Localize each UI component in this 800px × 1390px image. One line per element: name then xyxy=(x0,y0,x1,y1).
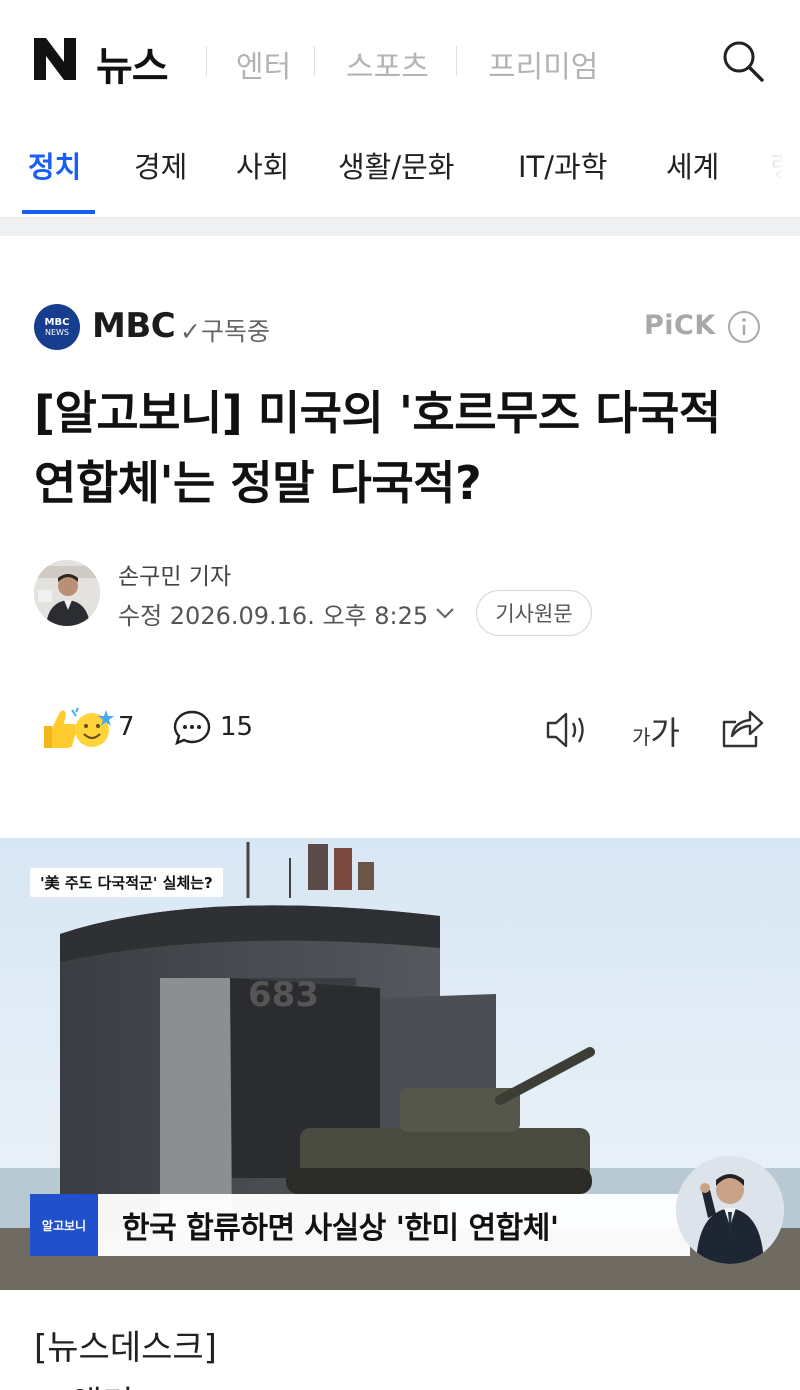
divider xyxy=(456,46,457,76)
share-icon[interactable] xyxy=(718,706,764,752)
press-logo-line2: NEWS xyxy=(44,327,70,337)
category-life-culture[interactable]: 생활/문화 xyxy=(338,144,455,186)
speaker-icon[interactable] xyxy=(544,708,590,752)
reaction-emoji-icon[interactable] xyxy=(38,704,116,752)
article-body-anchor: ◀ 앵커 ▶ xyxy=(34,1376,170,1390)
image-tag: '美 주도 다국적군' 실체는? xyxy=(30,868,223,897)
category-world[interactable]: 세계 xyxy=(666,144,719,186)
divider xyxy=(206,46,207,76)
search-icon[interactable] xyxy=(720,38,766,84)
article-headline: [알고보니] 미국의 '호르무즈 다국적 연합체'는 정말 다국적? xyxy=(34,386,721,510)
press-logo[interactable]: MBC NEWS xyxy=(34,304,80,350)
caption-badge: 알고보니 xyxy=(30,1194,98,1256)
sign-language-interpreter xyxy=(676,1156,784,1264)
active-category-indicator xyxy=(22,210,95,214)
category-it-science[interactable]: IT/과학 xyxy=(518,144,607,186)
article-image[interactable]: 683 '美 주도 다국적군' 실체는? 알고보니 한국 합류하면 사실상 '한… xyxy=(0,838,800,1290)
naver-logo-icon[interactable] xyxy=(32,36,78,82)
font-size-small-label: 가 xyxy=(632,725,651,749)
article-date: 수정 2026.09.16. 오후 8:25 xyxy=(118,602,429,630)
image-caption-bar: 알고보니 한국 합류하면 사실상 '한미 연합체' xyxy=(30,1194,690,1256)
info-icon[interactable] xyxy=(727,310,761,344)
divider xyxy=(314,46,315,76)
category-society[interactable]: 사회 xyxy=(236,144,289,186)
article-body-source: [뉴스데스크] xyxy=(34,1328,217,1368)
font-size-large-label: 가 xyxy=(650,714,680,752)
category-politics[interactable]: 정치 xyxy=(28,144,81,186)
font-size-button[interactable]: 가가 xyxy=(632,708,680,754)
tab-enter[interactable]: 엔터 xyxy=(236,42,291,86)
category-economy[interactable]: 경제 xyxy=(134,144,187,186)
reporter-avatar[interactable] xyxy=(34,560,100,626)
press-name[interactable]: MBC xyxy=(92,306,176,346)
category-nav: 정치 경제 사회 생활/문화 IT/과학 세계 랭 xyxy=(0,122,800,218)
nav-fade xyxy=(750,122,800,217)
comment-count: 15 xyxy=(220,712,254,742)
tab-premium[interactable]: 프리미엄 xyxy=(488,42,598,86)
chevron-down-icon[interactable] xyxy=(432,600,458,626)
top-bar: 뉴스 엔터 스포츠 프리미엄 xyxy=(0,0,800,122)
press-logo-line1: MBC xyxy=(44,316,70,328)
hull-number-text: 683 xyxy=(248,975,319,1015)
comment-icon[interactable] xyxy=(172,708,212,748)
subscribe-button[interactable]: ✓구독중 xyxy=(180,312,270,348)
section-separator xyxy=(0,218,800,236)
pick-badge: PiCK xyxy=(644,310,716,341)
news-logo-text[interactable]: 뉴스 xyxy=(96,34,169,92)
reaction-count: 7 xyxy=(118,712,135,742)
original-article-button[interactable]: 기사원문 xyxy=(476,590,592,636)
caption-text: 한국 합류하면 사실상 '한미 연합체' xyxy=(98,1194,690,1256)
reporter-name[interactable]: 손구민 기자 xyxy=(118,557,231,591)
tab-sports[interactable]: 스포츠 xyxy=(346,42,429,86)
